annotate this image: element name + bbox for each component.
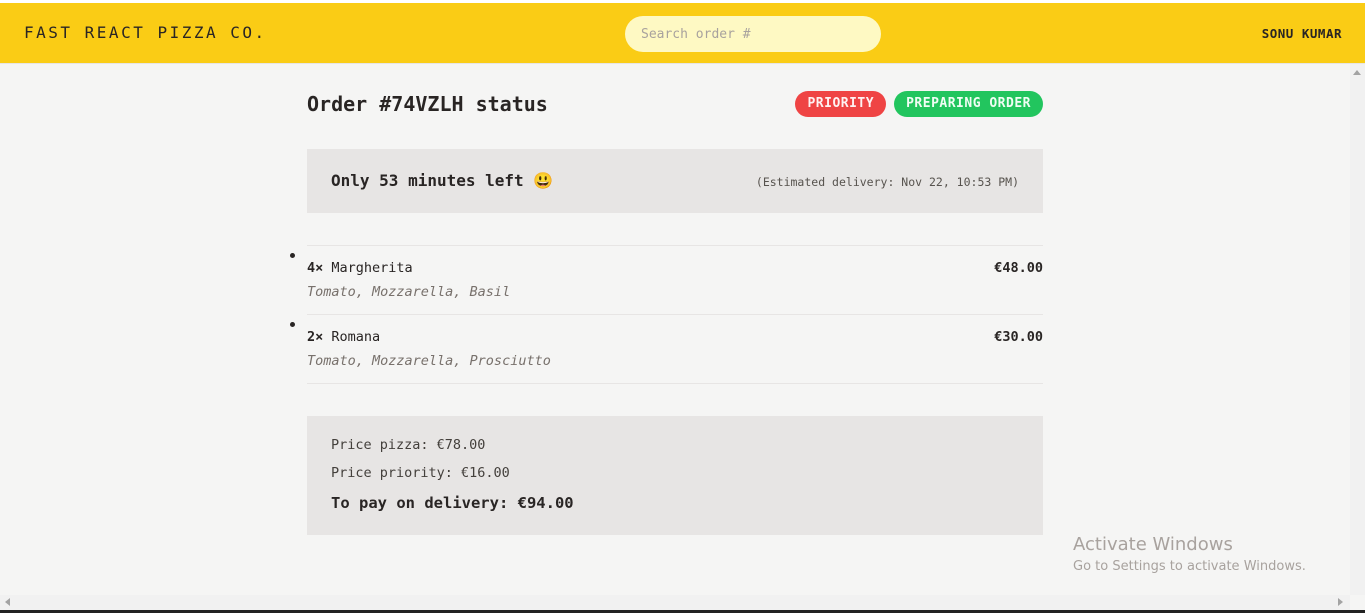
horizontal-scrollbar[interactable]	[0, 595, 1350, 610]
price-pizza: Price pizza: €78.00	[331, 437, 486, 453]
item-ingredients: Tomato, Mozzarella, Basil	[307, 284, 511, 300]
scroll-right-arrow-icon[interactable]	[1338, 598, 1343, 606]
item-name: Margherita	[331, 260, 413, 276]
delivery-eta-panel: Only 53 minutes left 😃 (Estimated delive…	[307, 149, 1043, 213]
estimated-delivery: (Estimated delivery: Nov 22, 10:53 PM)	[755, 175, 1019, 189]
order-badges: PRIORITY PREPARING ORDER	[795, 91, 1043, 117]
activate-windows-subtitle: Go to Settings to activate Windows.	[1073, 559, 1306, 574]
item-quantity: 4×	[307, 260, 324, 276]
app-logo-link[interactable]: FAST REACT PIZZA CO.	[24, 23, 267, 42]
scroll-up-arrow-icon[interactable]	[1353, 70, 1361, 75]
scroll-left-arrow-icon[interactable]	[5, 598, 10, 606]
app-header: FAST REACT PIZZA CO. SONU KUMAR	[0, 3, 1365, 64]
username: SONU KUMAR	[1261, 26, 1342, 41]
item-price: €48.00	[994, 260, 1043, 276]
item-ingredients: Tomato, Mozzarella, Prosciutto	[307, 353, 551, 369]
activate-windows-title: Activate Windows	[1073, 534, 1233, 555]
order-items-list: 4× Margherita €48.00 Tomato, Mozzarella,…	[307, 245, 1043, 384]
total-to-pay: To pay on delivery: €94.00	[331, 494, 574, 512]
order-item: 4× Margherita €48.00 Tomato, Mozzarella,…	[307, 246, 1043, 315]
item-price: €30.00	[994, 329, 1043, 345]
price-summary-panel: Price pizza: €78.00 Price priority: €16.…	[307, 416, 1043, 535]
status-badge: PREPARING ORDER	[894, 91, 1043, 117]
item-quantity: 2×	[307, 329, 324, 345]
price-priority: Price priority: €16.00	[331, 465, 510, 481]
time-remaining: Only 53 minutes left 😃	[331, 171, 554, 190]
item-name: Romana	[331, 329, 381, 345]
order-title: Order #74VZLH status	[307, 92, 548, 116]
priority-badge: PRIORITY	[795, 91, 887, 117]
search-order-input[interactable]	[625, 16, 881, 52]
order-item: 2× Romana €30.00 Tomato, Mozzarella, Pro…	[307, 315, 1043, 384]
vertical-scrollbar[interactable]	[1350, 64, 1365, 595]
